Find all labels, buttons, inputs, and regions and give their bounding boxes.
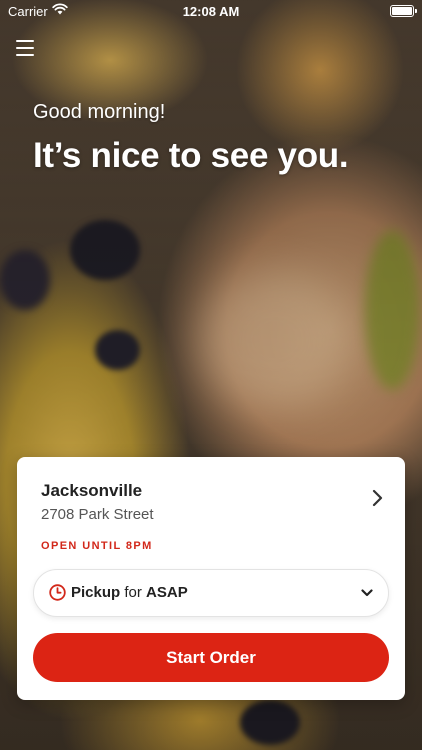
battery-icon <box>390 5 417 17</box>
hamburger-menu-icon[interactable] <box>16 40 34 56</box>
order-mode-text: Pickup for ASAP <box>71 584 188 601</box>
chevron-right-icon <box>372 489 383 507</box>
clock-icon <box>49 584 66 601</box>
order-mode-selector[interactable]: Pickup for ASAP <box>33 569 389 617</box>
location-name: Jacksonville <box>41 481 143 500</box>
status-bar: Carrier 12:08 AM <box>0 0 422 22</box>
order-time-label: ASAP <box>146 584 188 601</box>
location-card: Jacksonville 2708 Park Street OPEN UNTIL… <box>17 457 405 700</box>
start-order-button[interactable]: Start Order <box>33 633 389 682</box>
chevron-down-icon <box>361 589 373 597</box>
order-mode-connector: for <box>124 584 142 601</box>
location-selector[interactable]: Jacksonville 2708 Park Street <box>17 457 405 537</box>
order-mode-label: Pickup <box>71 584 121 601</box>
status-time: 12:08 AM <box>182 4 240 19</box>
headline-text: It’s nice to see you. <box>33 136 349 175</box>
location-address: 2708 Park Street <box>41 506 154 523</box>
greeting-text: Good morning! <box>33 101 166 123</box>
open-hours-badge: OPEN UNTIL 8PM <box>41 540 153 552</box>
